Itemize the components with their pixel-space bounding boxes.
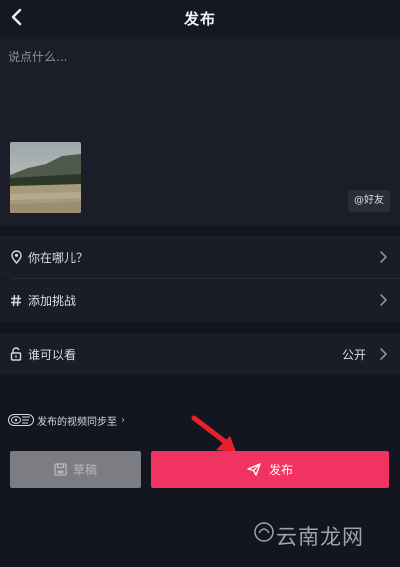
watermark-text: 云南龙网 bbox=[276, 525, 364, 549]
mention-friends-button[interactable]: @好友 bbox=[348, 190, 390, 212]
chevron-right-icon bbox=[380, 251, 387, 263]
visibility-row[interactable]: 谁可以看 公开 bbox=[0, 333, 400, 375]
compose-panel: 说点什么... @好友 bbox=[0, 36, 400, 226]
send-plane-icon bbox=[247, 463, 261, 476]
share-platform-icon bbox=[8, 414, 34, 426]
chevron-left-icon bbox=[11, 8, 22, 26]
challenge-label: 添加挑战 bbox=[28, 293, 77, 308]
location-row[interactable]: 你在哪儿？ bbox=[0, 236, 400, 278]
chevron-right-icon bbox=[380, 294, 387, 306]
watermark-logo-icon bbox=[254, 522, 274, 542]
sync-chevron-icon: › bbox=[121, 414, 125, 426]
publish-button[interactable]: 发布 bbox=[151, 451, 389, 488]
location-label: 你在哪儿？ bbox=[28, 250, 89, 265]
top-bar: 发布 bbox=[0, 0, 400, 36]
caption-input[interactable]: 说点什么... bbox=[8, 46, 378, 68]
lock-open-icon bbox=[10, 347, 22, 361]
visibility-value: 公开 bbox=[341, 347, 366, 362]
challenge-row[interactable]: 添加挑战 bbox=[0, 279, 400, 321]
publish-label: 发布 bbox=[268, 463, 293, 477]
sync-label: 发布的视频同步至 bbox=[37, 416, 117, 428]
back-button[interactable] bbox=[4, 4, 28, 30]
sync-to-row[interactable]: 发布的视频同步至 › bbox=[8, 412, 125, 428]
hashtag-icon bbox=[11, 294, 21, 306]
location-pin-icon bbox=[10, 250, 22, 264]
landscape-thumbnail-image bbox=[10, 142, 81, 213]
page-title: 发布 bbox=[183, 9, 216, 28]
save-draft-icon bbox=[54, 463, 67, 476]
video-thumbnail[interactable] bbox=[10, 142, 81, 213]
visibility-label: 谁可以看 bbox=[28, 347, 77, 362]
chevron-right-icon bbox=[380, 348, 387, 360]
draft-label: 草稿 bbox=[72, 463, 97, 477]
draft-button[interactable]: 草稿 bbox=[10, 451, 141, 488]
red-arrow-annotation bbox=[191, 415, 236, 452]
